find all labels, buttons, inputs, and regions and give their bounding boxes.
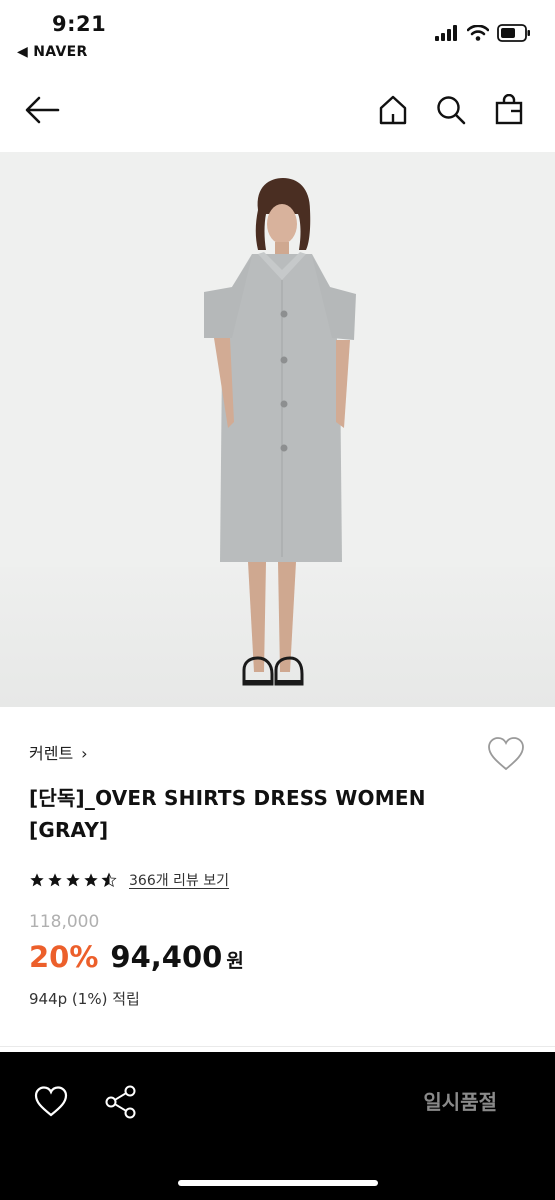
divider	[0, 1046, 555, 1047]
product-photo[interactable]	[0, 152, 555, 707]
product-detail-page: 9:21 ◀ NAVER 커렌트 › [단독]_OVER SHIRTS DRES…	[0, 0, 555, 1200]
sale-price: 94,400	[110, 940, 223, 974]
star-icon	[48, 873, 62, 887]
star-icon	[84, 873, 98, 887]
original-price: 118,000	[29, 912, 100, 932]
review-link[interactable]: 366개 리뷰 보기	[129, 870, 229, 890]
brand-link[interactable]: 커렌트 ›	[29, 740, 88, 764]
home-icon[interactable]	[375, 92, 411, 128]
model-illustration	[204, 178, 356, 686]
soldout-button[interactable]: 일시품절	[423, 1086, 497, 1115]
heart-icon[interactable]	[34, 1085, 68, 1119]
star-icon	[66, 873, 80, 887]
star-icon	[30, 873, 44, 887]
brand-name: 커렌트	[29, 744, 74, 763]
reward-points: 944p (1%) 적립	[29, 990, 140, 1008]
shopping-bag-icon[interactable]	[491, 92, 527, 128]
chevron-right-icon: ›	[81, 744, 88, 763]
battery-icon	[497, 24, 531, 46]
nav-actions	[375, 92, 527, 128]
status-icons	[435, 24, 531, 46]
star-half-icon	[101, 872, 117, 888]
home-indicator	[178, 1180, 378, 1186]
wishlist-heart-icon[interactable]	[487, 736, 525, 772]
price-row: 20% 94,400 원	[29, 940, 244, 974]
star-rating	[29, 872, 117, 888]
back-to-app-link[interactable]: ◀ NAVER	[17, 44, 88, 60]
status-bar: 9:21 ◀ NAVER	[0, 0, 555, 70]
back-arrow-icon[interactable]	[22, 92, 62, 128]
cellular-signal-icon	[435, 25, 459, 45]
search-icon[interactable]	[433, 92, 469, 128]
product-title: [단독]_OVER SHIRTS DRESS WOMEN [GRAY]	[29, 786, 426, 842]
currency-unit: 원	[226, 950, 244, 972]
discount-rate: 20%	[29, 940, 99, 974]
share-icon[interactable]	[104, 1085, 138, 1119]
bottom-action-bar: 일시품절	[0, 1052, 555, 1200]
wifi-icon	[466, 24, 490, 45]
status-time: 9:21	[52, 12, 107, 36]
top-nav	[0, 80, 555, 140]
rating-row: 366개 리뷰 보기	[29, 870, 229, 890]
